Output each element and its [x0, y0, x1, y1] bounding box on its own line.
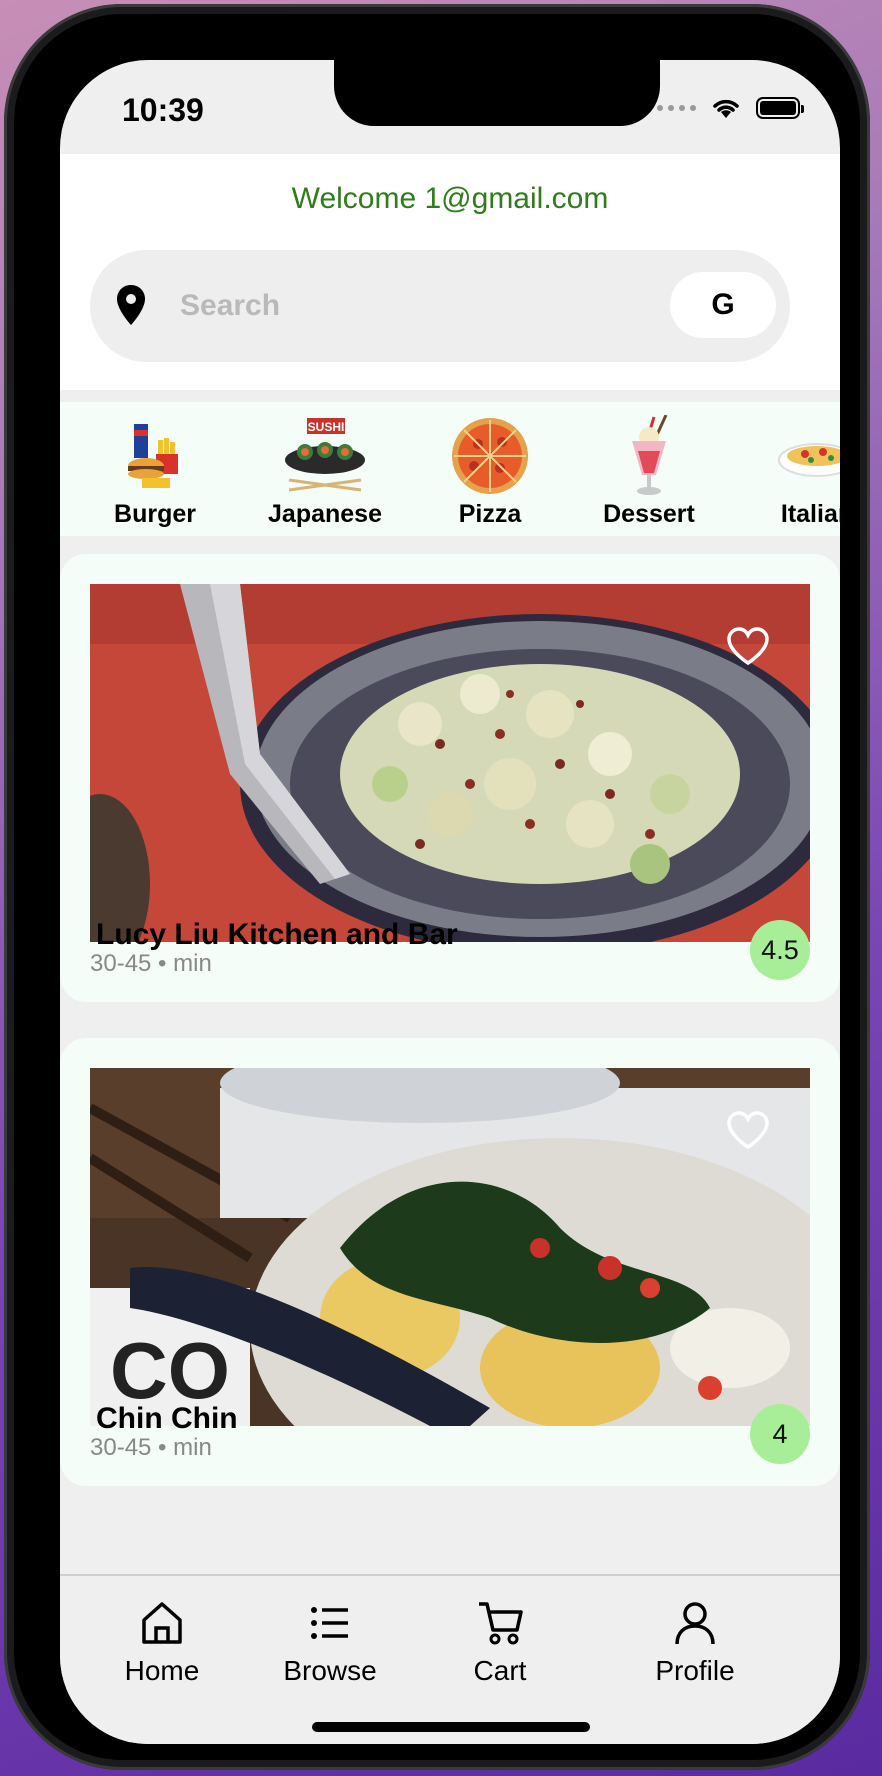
category-pizza[interactable]: Pizza — [440, 416, 540, 529]
status-time: 10:39 — [122, 92, 204, 128]
restaurant-card[interactable]: Lucy Liu Kitchen and Bar 30-45 • min 4.5 — [60, 554, 840, 1002]
signal-icon — [657, 105, 696, 111]
delivery-time: 30-45 • min — [90, 950, 212, 977]
search-bar[interactable]: G — [90, 250, 790, 362]
restaurant-photo[interactable] — [90, 584, 810, 942]
location-pin-icon[interactable] — [116, 284, 146, 326]
pasta-icon — [762, 416, 840, 496]
category-italian[interactable]: Italian — [762, 416, 840, 529]
burger-icon — [100, 416, 210, 496]
person-icon — [675, 1602, 715, 1645]
pizza-icon — [440, 416, 540, 496]
battery-icon — [756, 97, 804, 119]
wifi-icon — [713, 99, 739, 118]
home-icon — [142, 1602, 182, 1644]
category-label: Japanese — [268, 500, 382, 528]
list-icon — [311, 1607, 348, 1639]
rating-badge: 4.5 — [750, 920, 810, 980]
tab-home[interactable]: Home — [112, 1600, 212, 1687]
header: Welcome 1@gmail.com G — [60, 154, 840, 390]
home-indicator[interactable] — [312, 1722, 590, 1732]
google-icon: G — [711, 288, 735, 321]
favorite-heart-icon[interactable] — [726, 626, 770, 666]
sundae-icon — [594, 415, 704, 496]
welcome-text: Welcome 1@gmail.com — [291, 182, 609, 215]
notch — [334, 60, 660, 126]
category-label: Dessert — [603, 500, 695, 528]
rating-badge: 4 — [750, 1404, 810, 1464]
sushi-icon: SUSHI — [260, 416, 390, 496]
google-button[interactable]: G — [670, 272, 776, 338]
category-label: Burger — [114, 500, 196, 528]
cart-icon — [479, 1602, 523, 1645]
delivery-time: 30-45 • min — [90, 1434, 212, 1461]
restaurant-photo[interactable]: CO — [90, 1068, 810, 1426]
category-label: Pizza — [458, 500, 522, 528]
tab-browse[interactable]: Browse — [270, 1600, 390, 1687]
category-list[interactable]: Burger SUSHI Japanese Pizza Dessert Ital… — [60, 402, 840, 536]
tab-cart[interactable]: Cart — [450, 1600, 550, 1687]
restaurant-name: Lucy Liu Kitchen and Bar — [96, 918, 458, 951]
search-input[interactable] — [178, 280, 582, 332]
tab-label: Home — [124, 1655, 200, 1686]
restaurant-card[interactable]: CO Chin Chin 30-45 • min 4 — [60, 1038, 840, 1486]
category-japanese[interactable]: SUSHI Japanese — [260, 416, 390, 529]
status-icons — [657, 96, 804, 120]
tab-profile[interactable]: Profile — [640, 1600, 750, 1687]
restaurant-name: Chin Chin — [96, 1402, 238, 1435]
phone-bezel: 10:39 Welcome 1@gmail.com G — [14, 14, 860, 1760]
category-burger[interactable]: Burger — [100, 416, 210, 529]
category-label: Italian — [780, 500, 840, 528]
svg-text:SUSHI: SUSHI — [308, 420, 345, 434]
phone-frame: 10:39 Welcome 1@gmail.com G — [4, 4, 870, 1770]
tab-label: Browse — [283, 1655, 377, 1686]
favorite-heart-icon[interactable] — [726, 1110, 770, 1150]
tab-label: Cart — [473, 1655, 527, 1686]
bottom-tab-bar: Home Browse Cart Profile — [60, 1574, 840, 1744]
tab-label: Profile — [655, 1655, 735, 1686]
screen: 10:39 Welcome 1@gmail.com G — [60, 60, 840, 1744]
category-dessert[interactable]: Dessert — [594, 415, 704, 529]
